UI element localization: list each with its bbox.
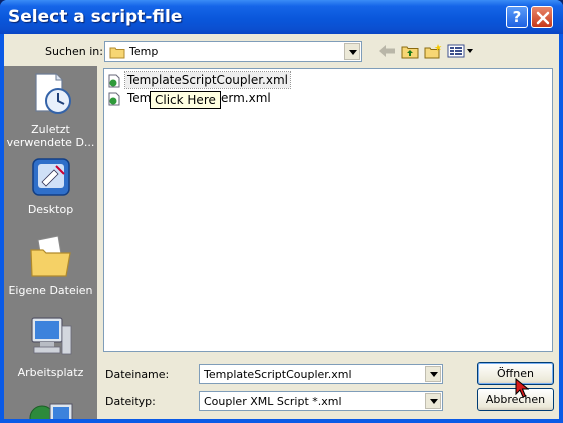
folder-up-icon[interactable] (401, 44, 419, 59)
place-desktop-label: Desktop (27, 203, 74, 216)
lookin-label: Suchen in: (45, 45, 103, 58)
filename-dropdown-button[interactable] (425, 366, 441, 382)
place-my-documents-label: Eigene Dateien (8, 284, 93, 297)
places-bar: Zuletzt verwendete D... Desktop Eigene D… (4, 66, 97, 419)
view-menu-icon[interactable] (447, 44, 475, 58)
filename-label: Dateiname: (105, 368, 170, 381)
lookin-dropdown-button[interactable] (344, 43, 360, 60)
network-places-icon[interactable] (28, 396, 74, 419)
click-here-tooltip: Click Here (150, 91, 221, 109)
place-my-documents[interactable]: Eigene Dateien (4, 231, 97, 306)
filetype-value: Coupler XML Script *.xml (204, 395, 342, 408)
filetype-label: Dateityp: (105, 395, 156, 408)
place-my-computer[interactable]: Arbeitsplatz (4, 311, 97, 386)
place-desktop[interactable]: Desktop (4, 153, 97, 225)
place-my-computer-label: Arbeitsplatz (17, 366, 84, 379)
lookin-value: Temp (129, 45, 159, 58)
place-recent[interactable]: Zuletzt verwendete D... (4, 68, 97, 153)
chevron-down-icon (430, 372, 438, 377)
filetype-dropdown-button[interactable] (425, 393, 441, 409)
filetype-select[interactable]: Coupler XML Script *.xml (199, 391, 443, 411)
chevron-down-icon (349, 50, 357, 55)
back-arrow-icon[interactable] (378, 44, 396, 58)
filename-input[interactable]: TemplateScriptCoupler.xml (204, 368, 352, 381)
desktop-icon (32, 158, 70, 196)
lookin-combo[interactable]: Temp (104, 41, 362, 62)
place-recent-label: Zuletzt verwendete D... (6, 123, 95, 149)
my-documents-folder-icon (30, 235, 71, 277)
file-name-visible-suffix: erm.xml (221, 91, 271, 105)
my-computer-icon (31, 317, 72, 355)
close-button[interactable] (531, 6, 553, 28)
chevron-down-icon (430, 399, 438, 404)
close-icon (536, 11, 550, 25)
xml-file-icon (108, 74, 120, 88)
file-list[interactable]: TemplateScriptCoupler.xml Temp erm.xml (103, 68, 553, 352)
window-title: Select a script-file (8, 7, 183, 27)
filename-combo[interactable]: TemplateScriptCoupler.xml (199, 364, 443, 384)
mouse-cursor-icon (515, 378, 529, 398)
recent-documents-icon (35, 73, 71, 114)
xml-file-icon (108, 92, 120, 106)
title-bar[interactable]: Select a script-file ? (0, 0, 563, 34)
help-button[interactable]: ? (506, 6, 528, 28)
folder-icon (109, 47, 125, 59)
file-name: TemplateScriptCoupler.xml (124, 71, 291, 89)
new-folder-icon[interactable] (424, 44, 442, 59)
